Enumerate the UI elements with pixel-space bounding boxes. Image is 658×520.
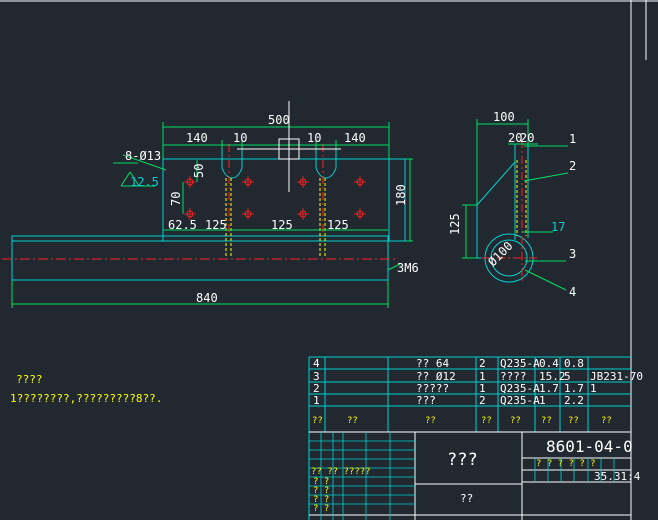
bom-cell-qty: 2 bbox=[479, 357, 486, 370]
bom-header-code: ?? bbox=[347, 416, 358, 426]
bom-cell-note: 1 bbox=[590, 382, 597, 395]
dim-height-180: 180 bbox=[394, 184, 408, 206]
bom-cell-name: ??? bbox=[416, 394, 436, 407]
dim-left-10: 10 bbox=[233, 131, 247, 145]
balloon-2[interactable]: 2 bbox=[569, 159, 576, 173]
dim-125-c: 125 bbox=[327, 218, 349, 232]
bom-cell-unit: 0.4 bbox=[539, 357, 559, 370]
bom-cell-note: JB231-70 bbox=[590, 370, 643, 383]
notes-title: ???? bbox=[16, 373, 43, 386]
bom-header-material: ?? bbox=[510, 416, 521, 426]
title-block: ??? ?? 8601-04-0 35.31:4 ? ? ? ? ? ? ?? … bbox=[309, 431, 641, 520]
dim-125-b: 125 bbox=[271, 218, 293, 232]
side-dim-angle: 17 bbox=[551, 220, 565, 234]
dim-vert-50: 50 bbox=[192, 164, 206, 178]
bom-cell-name: ?? 64 bbox=[416, 357, 449, 370]
bom-cell-qty: 2 bbox=[479, 394, 486, 407]
bom-cell-material: Q235-A bbox=[500, 394, 540, 407]
bom-header-unit: ?? bbox=[541, 416, 552, 426]
bom-cell-material: Q235-A bbox=[500, 357, 540, 370]
bom-cell-unit: 1 bbox=[539, 394, 546, 407]
dim-right-10: 10 bbox=[307, 131, 321, 145]
title-small-row: ? ? ? ? ? ? bbox=[536, 459, 596, 469]
title-label-1: ?? ?? ????? bbox=[311, 467, 371, 477]
company-name: ?? bbox=[460, 492, 473, 505]
bom-cell-total: 2.2 bbox=[564, 394, 584, 407]
technical-notes: ???? 1????????,?????????8??. bbox=[10, 373, 162, 405]
notes-line-1: 1????????,?????????8??. bbox=[10, 392, 162, 405]
bom-cell-total: 0.8 bbox=[564, 357, 584, 370]
bom-cell-no: 4 bbox=[313, 357, 320, 370]
balloon-4[interactable]: 4 bbox=[569, 285, 576, 299]
bom-header-no: ?? bbox=[312, 416, 323, 426]
dim-total-width: 500 bbox=[268, 113, 290, 127]
title-label-5: ? ? bbox=[313, 504, 329, 514]
bom-header-total: ?? bbox=[568, 416, 579, 426]
end-mark: 3M6 bbox=[397, 261, 419, 275]
scale-row: 35.31:4 bbox=[594, 470, 641, 483]
cad-drawing-canvas[interactable]: 500 140 10 10 140 8-Ø13 12.5 70 50 180 6… bbox=[0, 0, 658, 520]
side-dim-125: 125 bbox=[448, 213, 462, 235]
side-view: 100 20 20 125 Ø100 17 1 2 3 4 bbox=[448, 110, 576, 299]
part-name: ??? bbox=[447, 450, 478, 470]
balloon-1[interactable]: 1 bbox=[569, 132, 576, 146]
dim-125-a: 125 bbox=[205, 218, 227, 232]
hole-callout: 8-Ø13 bbox=[125, 149, 161, 163]
drawing-number: 8601-04-0 bbox=[546, 437, 633, 456]
dim-right-140: 140 bbox=[344, 131, 366, 145]
bom-header-qty: ?? bbox=[481, 416, 492, 426]
dim-62-5: 62.5 bbox=[168, 218, 197, 232]
side-dim-20b: 20 bbox=[520, 131, 534, 145]
dim-overall-length: 840 bbox=[196, 291, 218, 305]
bom-header-note: ?? bbox=[601, 416, 612, 426]
bom-cell-no: 1 bbox=[313, 394, 320, 407]
balloon-3[interactable]: 3 bbox=[569, 247, 576, 261]
side-dim-100: 100 bbox=[493, 110, 515, 124]
roughness-value: 12.5 bbox=[130, 175, 159, 189]
front-view: 500 140 10 10 140 8-Ø13 12.5 70 50 180 6… bbox=[2, 101, 419, 308]
bolt-holes bbox=[186, 178, 364, 218]
dim-left-140: 140 bbox=[186, 131, 208, 145]
dim-vert-70: 70 bbox=[169, 192, 183, 206]
bom-header-name: ?? bbox=[425, 416, 436, 426]
base-rail bbox=[11, 235, 389, 281]
